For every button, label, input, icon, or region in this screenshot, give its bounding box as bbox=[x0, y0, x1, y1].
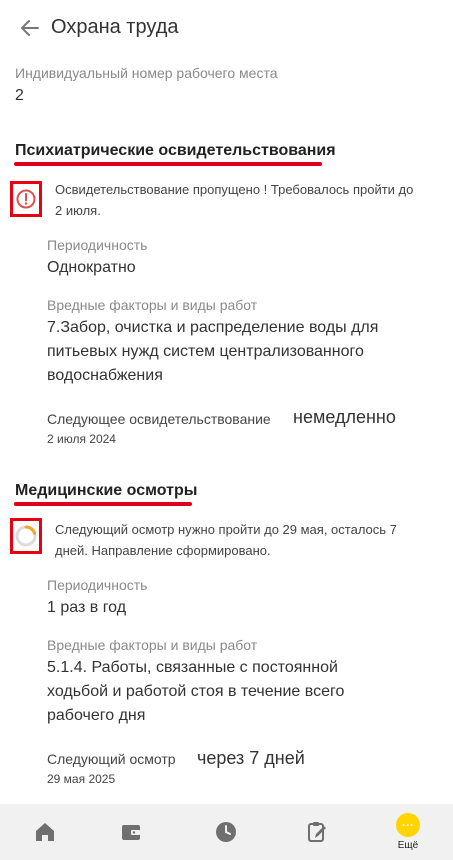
psych-next-label: Следующее освидетельствование bbox=[47, 411, 271, 427]
psych-status-line-2: 2 июля. bbox=[55, 203, 101, 218]
nav-more-label: Ещё bbox=[397, 840, 419, 851]
clock-icon bbox=[216, 822, 236, 842]
nav-more[interactable]: ··· Ещё bbox=[363, 804, 453, 860]
medical-factors-line-3: рабочего дня bbox=[47, 707, 146, 724]
medical-status-line-1: Следующий осмотр нужно пройти до 29 мая,… bbox=[55, 522, 397, 537]
medical-next-date: 29 мая 2025 bbox=[47, 772, 116, 786]
medical-periodicity-label: Периодичность bbox=[47, 577, 148, 593]
page-title: Охрана труда bbox=[51, 16, 179, 38]
back-button[interactable] bbox=[16, 14, 44, 42]
psych-next-value: немедленно bbox=[293, 407, 396, 427]
workplace-number-label: Индивидуальный номер рабочего места bbox=[15, 65, 278, 81]
nav-tasks[interactable] bbox=[272, 804, 362, 860]
nav-wallet[interactable] bbox=[86, 804, 176, 860]
medical-next-label: Следующий осмотр bbox=[47, 751, 176, 767]
psych-periodicity-value: Однократно bbox=[47, 259, 136, 276]
psych-next-date: 2 июля 2024 bbox=[47, 432, 116, 446]
psych-factors-line-2: питьевых нужд систем централизованного bbox=[47, 343, 364, 360]
psych-factors-line-1: 7.Забор, очистка и распределение воды дл… bbox=[47, 319, 379, 336]
psych-periodicity-label: Периодичность bbox=[47, 237, 148, 253]
nav-home[interactable] bbox=[0, 804, 90, 860]
psych-status-line-1: Освидетельствование пропущено ! Требовал… bbox=[55, 182, 414, 197]
medical-factors-label: Вредные факторы и виды работ bbox=[47, 637, 258, 653]
more-dots-icon: ··· bbox=[396, 813, 420, 837]
psych-title-underline bbox=[14, 162, 322, 166]
app-header: Охрана труда bbox=[0, 0, 453, 56]
psych-factors-label: Вредные факторы и виды работ bbox=[47, 297, 258, 313]
medical-title-underline bbox=[14, 502, 192, 506]
medical-status-line-2: дней. Направление сформировано. bbox=[55, 543, 271, 558]
medical-next-value: через 7 дней bbox=[197, 748, 305, 768]
arrow-left-icon bbox=[21, 20, 39, 36]
nav-history[interactable] bbox=[181, 804, 271, 860]
home-icon bbox=[36, 823, 54, 841]
progress-ring-icon bbox=[15, 525, 37, 547]
medical-section-title: Медицинские осмотры bbox=[15, 482, 198, 499]
clipboard-edit-icon bbox=[308, 822, 326, 842]
medical-factors-line-1: 5.1.4. Работы, связанные с постоянной bbox=[47, 659, 338, 676]
wallet-icon bbox=[122, 825, 140, 840]
alert-circle-icon bbox=[16, 189, 36, 209]
psych-factors-line-3: водоснабжения bbox=[47, 367, 163, 384]
psych-status-indicator bbox=[10, 181, 42, 217]
bottom-navigation: ··· Ещё bbox=[0, 804, 453, 860]
medical-periodicity-value: 1 раз в год bbox=[47, 599, 127, 616]
medical-factors-line-2: ходьбой и работой стоя в течение всего bbox=[47, 683, 345, 700]
medical-status-indicator bbox=[10, 518, 42, 554]
workplace-number-value: 2 bbox=[15, 87, 24, 104]
psych-section-title: Психиатрические освидетельствования bbox=[15, 142, 336, 159]
